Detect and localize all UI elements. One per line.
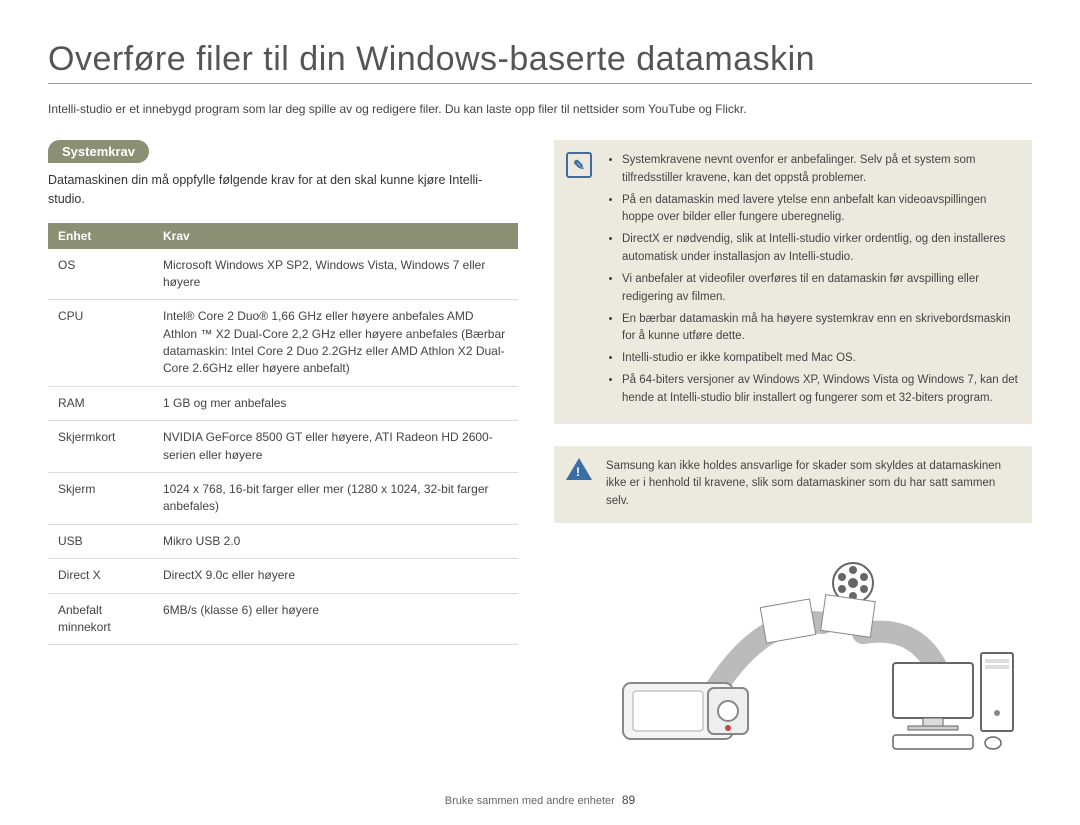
cell-unit: RAM: [48, 386, 153, 420]
note-item: Vi anbefaler at videofiler overføres til…: [622, 271, 1018, 307]
note-item: På 64-biters versjoner av Windows XP, Wi…: [622, 372, 1018, 408]
cell-req: DirectX 9.0c eller høyere: [153, 559, 518, 593]
page-number: 89: [622, 793, 635, 807]
warning-box: Samsung kan ikke holdes ansvarlige for s…: [554, 446, 1032, 523]
cell-req: Mikro USB 2.0: [153, 524, 518, 558]
right-column: ✎ Systemkravene nevnt ovenfor er anbefal…: [554, 140, 1032, 753]
note-item: Intelli-studio er ikke kompatibelt med M…: [622, 350, 1018, 368]
note-icon: ✎: [566, 152, 592, 178]
requirements-table: Enhet Krav OSMicrosoft Windows XP SP2, W…: [48, 223, 518, 646]
table-row: CPUIntel® Core 2 Duo® 1,66 GHz eller høy…: [48, 300, 518, 387]
cell-unit: CPU: [48, 300, 153, 387]
lead-text: Datamaskinen din må oppfylle følgende kr…: [48, 171, 518, 209]
intro-text: Intelli-studio er et innebygd program so…: [48, 100, 1032, 118]
cell-unit: OS: [48, 249, 153, 300]
cell-req: 1024 x 768, 16-bit farger eller mer (128…: [153, 473, 518, 525]
cell-unit: Skjerm: [48, 473, 153, 525]
note-item: Systemkravene nevnt ovenfor er anbefalin…: [622, 152, 1018, 188]
note-item: DirectX er nødvendig, slik at Intelli-st…: [622, 231, 1018, 267]
cell-req: Microsoft Windows XP SP2, Windows Vista,…: [153, 249, 518, 300]
table-row: SkjermkortNVIDIA GeForce 8500 GT eller h…: [48, 421, 518, 473]
cell-unit: Anbefalt minnekort: [48, 593, 153, 645]
content-columns: Systemkrav Datamaskinen din må oppfylle …: [48, 140, 1032, 753]
cell-unit: USB: [48, 524, 153, 558]
cell-unit: Skjermkort: [48, 421, 153, 473]
cell-req: Intel® Core 2 Duo® 1,66 GHz eller høyere…: [153, 300, 518, 387]
cell-req: 6MB/s (klasse 6) eller høyere: [153, 593, 518, 645]
warning-text: Samsung kan ikke holdes ansvarlige for s…: [606, 458, 1018, 511]
section-badge: Systemkrav: [48, 140, 149, 163]
transfer-illustration: [554, 553, 1032, 753]
table-row: Anbefalt minnekort6MB/s (klasse 6) eller…: [48, 593, 518, 645]
table-row: Skjerm1024 x 768, 16-bit farger eller me…: [48, 473, 518, 525]
table-row: Direct XDirectX 9.0c eller høyere: [48, 559, 518, 593]
left-column: Systemkrav Datamaskinen din må oppfylle …: [48, 140, 518, 753]
note-item: En bærbar datamaskin må ha høyere system…: [622, 311, 1018, 347]
table-row: OSMicrosoft Windows XP SP2, Windows Vist…: [48, 249, 518, 300]
cell-req: NVIDIA GeForce 8500 GT eller høyere, ATI…: [153, 421, 518, 473]
cell-unit: Direct X: [48, 559, 153, 593]
notes-list: Systemkravene nevnt ovenfor er anbefalin…: [606, 152, 1018, 408]
warning-icon: [566, 458, 592, 480]
note-box: ✎ Systemkravene nevnt ovenfor er anbefal…: [554, 140, 1032, 424]
table-row: USBMikro USB 2.0: [48, 524, 518, 558]
cell-req: 1 GB og mer anbefales: [153, 386, 518, 420]
page-title: Overføre filer til din Windows-baserte d…: [48, 40, 1032, 84]
note-item: På en datamaskin med lavere ytelse enn a…: [622, 192, 1018, 228]
table-row: RAM1 GB og mer anbefales: [48, 386, 518, 420]
footer-text: Bruke sammen med andre enheter: [445, 795, 615, 807]
th-req: Krav: [153, 223, 518, 249]
page-footer: Bruke sammen med andre enheter 89: [0, 793, 1080, 807]
th-unit: Enhet: [48, 223, 153, 249]
